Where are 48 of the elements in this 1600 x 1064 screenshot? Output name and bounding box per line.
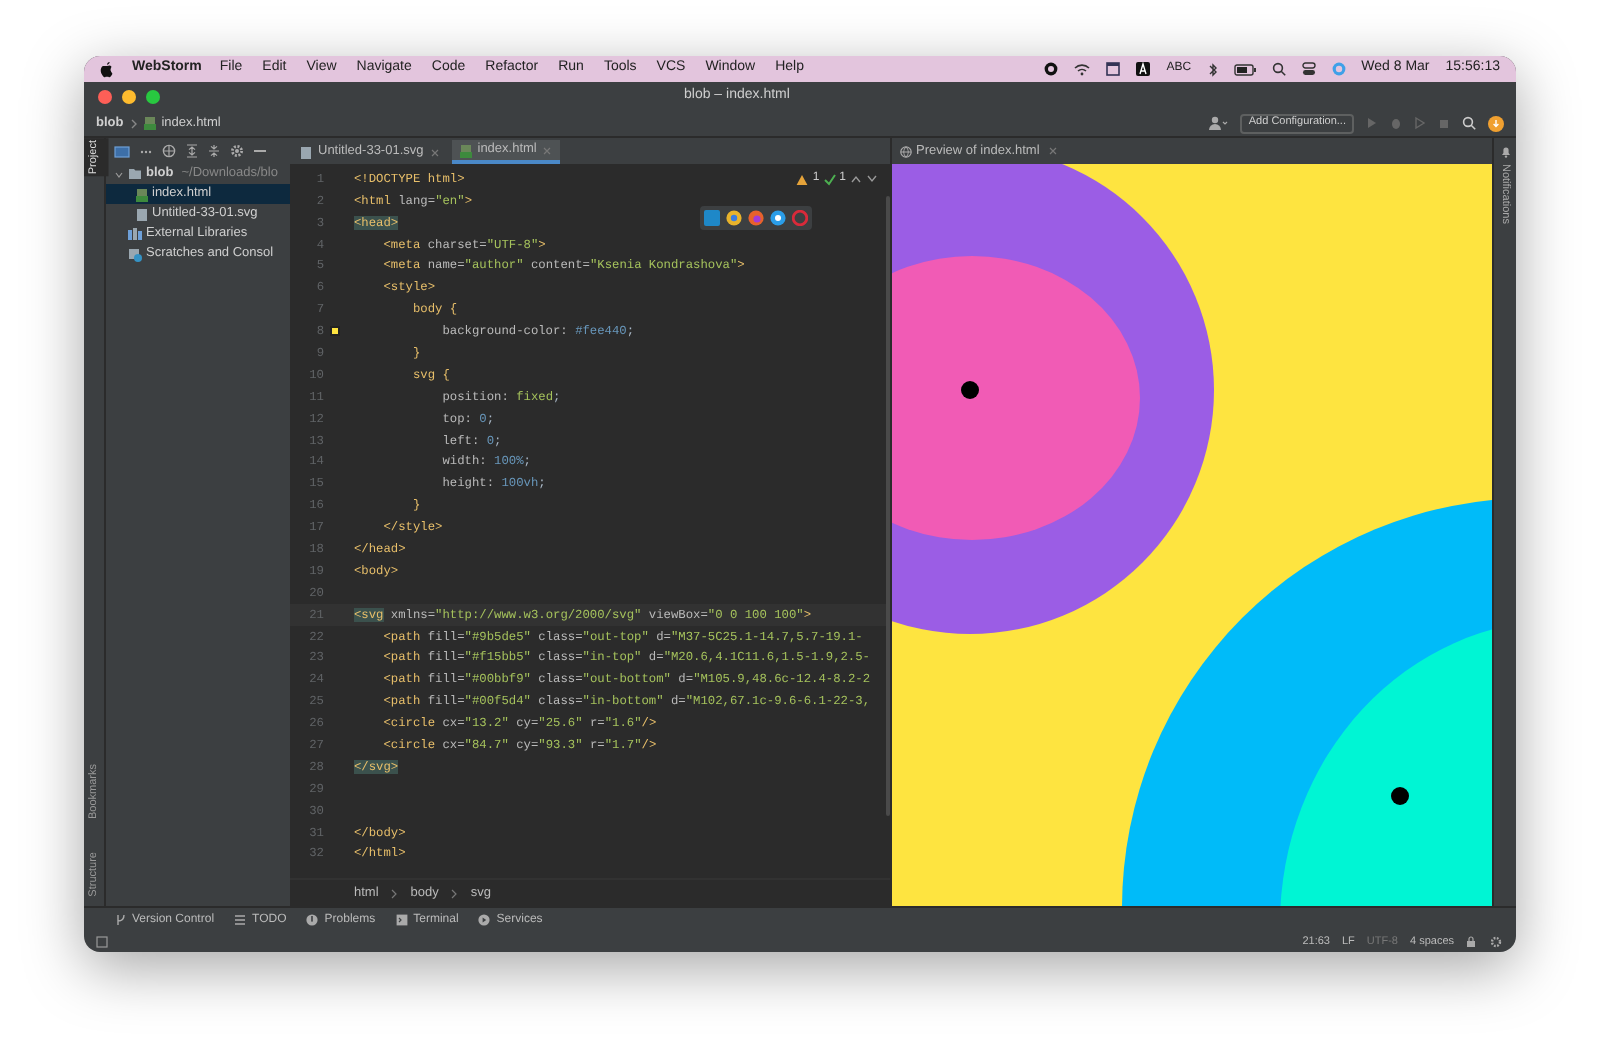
record-icon[interactable] [1044,62,1059,76]
color-swatch[interactable] [329,326,339,337]
html-file-icon [136,187,148,201]
chevron-down-icon[interactable] [114,169,124,179]
list-icon [234,914,247,926]
panel-icon[interactable] [114,145,130,157]
expand-all-icon[interactable] [186,144,198,158]
search-icon[interactable] [1271,62,1286,76]
folder-icon [128,168,142,180]
file-icon [300,145,312,159]
apple-icon[interactable] [100,61,114,77]
html-file-icon [143,116,156,130]
chevron-icon [390,887,399,899]
chevron-icon [450,887,459,899]
target-icon[interactable] [162,144,176,158]
warning-icon[interactable] [796,173,809,185]
calendar-icon[interactable] [1106,62,1121,76]
update-icon[interactable] [1488,115,1504,131]
toggles-icon[interactable] [1301,62,1316,76]
bell-icon[interactable] [1499,146,1511,158]
play-circle-icon [478,914,491,926]
wifi-icon[interactable] [1074,63,1091,75]
scratch-icon [128,247,142,261]
chevron-up-icon[interactable] [850,174,862,184]
lock-icon[interactable] [1466,936,1478,948]
file-icon [136,207,148,221]
settings-icon[interactable] [230,144,244,158]
settings-icon[interactable] [1490,936,1504,948]
zoom-button[interactable] [146,89,160,103]
check-icon[interactable] [823,173,836,185]
bluetooth-icon[interactable] [1207,61,1218,77]
html-file-icon [459,143,472,157]
letter-a-icon[interactable] [1136,62,1151,76]
terminal-icon [395,914,408,926]
battery-icon[interactable] [1233,63,1256,75]
branch-icon [116,914,126,926]
info-icon [306,914,319,926]
chevron-icon [129,117,138,129]
close-icon[interactable] [1047,146,1058,156]
user-icon[interactable] [1208,116,1229,130]
library-icon [128,228,142,240]
close-button[interactable] [98,89,112,103]
minimize-button[interactable] [122,89,136,103]
globe-icon [900,145,912,157]
close-icon[interactable] [429,147,440,157]
collapse-all-icon[interactable] [208,144,220,158]
panel-toggle-icon[interactable] [96,936,108,948]
chevron-down-icon[interactable] [866,174,878,184]
